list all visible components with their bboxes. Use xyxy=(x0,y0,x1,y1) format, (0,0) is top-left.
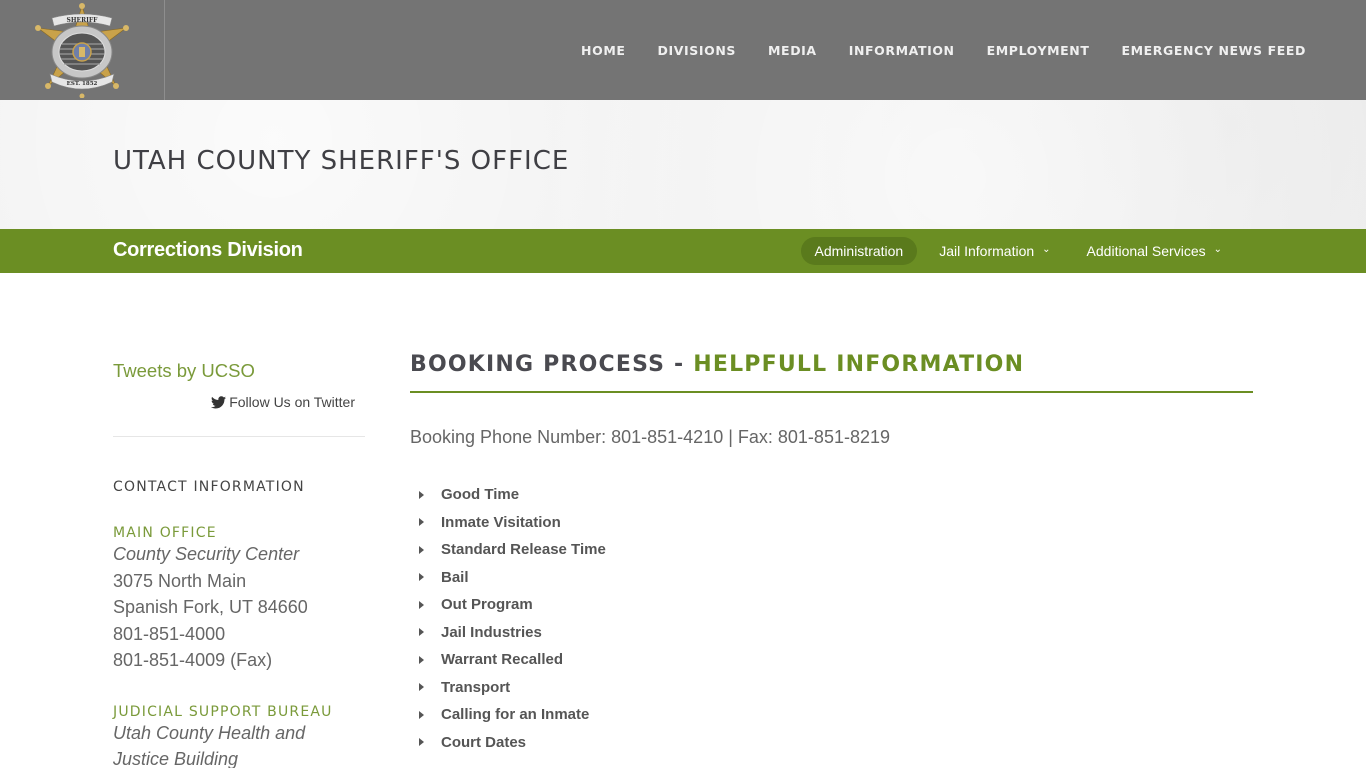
main-office-heading: MAIN OFFICE xyxy=(113,525,217,541)
subnav-jail-information-label: Jail Information xyxy=(939,243,1035,259)
accordion-item-label: Calling for an Inmate xyxy=(441,706,590,724)
main-navigation: HOME DIVISIONS MEDIA INFORMATION EMPLOYM… xyxy=(549,0,1306,100)
main-office-street: 3075 North Main xyxy=(113,570,247,591)
judicial-support-bureau-heading: JUDICIAL SUPPORT BUREAU xyxy=(113,703,333,720)
accordion-item[interactable]: Court Dates xyxy=(410,729,1253,757)
caret-right-icon xyxy=(419,600,424,609)
svg-text:EST. 1852: EST. 1852 xyxy=(67,81,98,87)
sidebar-divider xyxy=(113,436,365,437)
page-heading-primary: BOOKING PROCESS - xyxy=(410,352,694,377)
caret-right-icon xyxy=(419,683,424,692)
booking-info-accordion: Good Time Inmate Visitation Standard Rel… xyxy=(410,481,1253,756)
accordion-item[interactable]: Jail Industries xyxy=(410,619,1253,647)
caret-right-icon xyxy=(419,573,424,582)
division-subnav: Administration Jail Information ⌄ Additi… xyxy=(793,237,1236,265)
chevron-down-icon: ⌄ xyxy=(1213,244,1222,255)
contact-information-heading: CONTACT INFORMATION xyxy=(113,479,305,495)
follow-on-twitter-link[interactable]: Follow Us on Twitter xyxy=(113,394,355,410)
twitter-icon xyxy=(211,395,227,408)
caret-right-icon xyxy=(419,628,424,637)
page-heading: BOOKING PROCESS - HELPFULL INFORMATION xyxy=(410,352,1253,393)
accordion-item[interactable]: Bail xyxy=(410,564,1253,592)
judicial-support-bureau-building: Utah County Health and Justice Building xyxy=(113,722,306,768)
caret-right-icon xyxy=(419,490,424,499)
division-navigation-bar: Corrections Division Administration Jail… xyxy=(0,229,1366,273)
tweets-by-ucso-link[interactable]: Tweets by UCSO xyxy=(113,360,365,382)
hero-banner: UTAH COUNTY SHERIFF'S OFFICE xyxy=(0,100,1366,229)
main-office-phone[interactable]: 801-851-4000 xyxy=(113,621,365,648)
page-heading-accent: HELPFULL INFORMATION xyxy=(693,352,1025,377)
nav-information[interactable]: INFORMATION xyxy=(849,43,955,58)
accordion-item[interactable]: Inmate Visitation xyxy=(410,509,1253,537)
sheriff-badge-logo[interactable]: SHERIFF EST. 1852 xyxy=(30,2,134,98)
caret-right-icon xyxy=(419,710,424,719)
accordion-item[interactable]: Calling for an Inmate xyxy=(410,701,1253,729)
sidebar: Tweets by UCSO Follow Us on Twitter CONT… xyxy=(113,360,365,768)
caret-right-icon xyxy=(419,738,424,747)
nav-emergency-news-feed[interactable]: EMERGENCY NEWS FEED xyxy=(1121,43,1306,58)
main-content: BOOKING PROCESS - HELPFULL INFORMATION B… xyxy=(410,352,1253,756)
accordion-item-label: Inmate Visitation xyxy=(441,513,561,531)
follow-label: Follow Us on Twitter xyxy=(229,394,355,410)
subnav-additional-services[interactable]: Additional Services ⌄ xyxy=(1073,237,1236,265)
nav-divisions[interactable]: DIVISIONS xyxy=(658,43,737,58)
accordion-item-label: Court Dates xyxy=(441,733,527,751)
nav-employment[interactable]: EMPLOYMENT xyxy=(987,43,1090,58)
main-office-fax: 801-851-4009 (Fax) xyxy=(113,650,273,670)
site-title: UTAH COUNTY SHERIFF'S OFFICE xyxy=(113,146,570,176)
caret-right-icon xyxy=(419,655,424,664)
top-navigation-bar: SHERIFF EST. 1852 HOME DIVISIONS MEDIA I… xyxy=(0,0,1366,100)
accordion-item-label: Bail xyxy=(441,568,469,586)
nav-media[interactable]: MEDIA xyxy=(768,43,817,58)
subnav-administration[interactable]: Administration xyxy=(800,237,918,265)
main-office-city: Spanish Fork, UT 84660 xyxy=(113,597,308,617)
nav-home[interactable]: HOME xyxy=(581,43,625,58)
logo-container: SHERIFF EST. 1852 xyxy=(0,0,165,100)
booking-phone-line: Booking Phone Number: 801-851-4210 | Fax… xyxy=(410,427,890,447)
svg-text:SHERIFF: SHERIFF xyxy=(67,17,99,24)
accordion-item[interactable]: Transport xyxy=(410,674,1253,702)
accordion-item-label: Jail Industries xyxy=(441,623,542,641)
subnav-jail-information[interactable]: Jail Information ⌄ xyxy=(925,237,1064,265)
division-title[interactable]: Corrections Division xyxy=(113,239,303,262)
accordion-item[interactable]: Good Time xyxy=(410,481,1253,509)
subnav-additional-services-label: Additional Services xyxy=(1086,243,1206,259)
main-office-building: County Security Center xyxy=(113,544,300,564)
accordion-item-label: Warrant Recalled xyxy=(441,651,563,669)
accordion-item-label: Good Time xyxy=(441,486,520,504)
subnav-administration-label: Administration xyxy=(814,243,904,259)
accordion-item[interactable]: Warrant Recalled xyxy=(410,646,1253,674)
accordion-item-label: Out Program xyxy=(441,596,533,614)
caret-right-icon xyxy=(419,545,424,554)
accordion-item-label: Transport xyxy=(441,678,511,696)
accordion-item[interactable]: Out Program xyxy=(410,591,1253,619)
accordion-item-label: Standard Release Time xyxy=(441,541,606,559)
chevron-down-icon: ⌄ xyxy=(1042,244,1051,255)
caret-right-icon xyxy=(419,518,424,527)
accordion-item[interactable]: Standard Release Time xyxy=(410,536,1253,564)
